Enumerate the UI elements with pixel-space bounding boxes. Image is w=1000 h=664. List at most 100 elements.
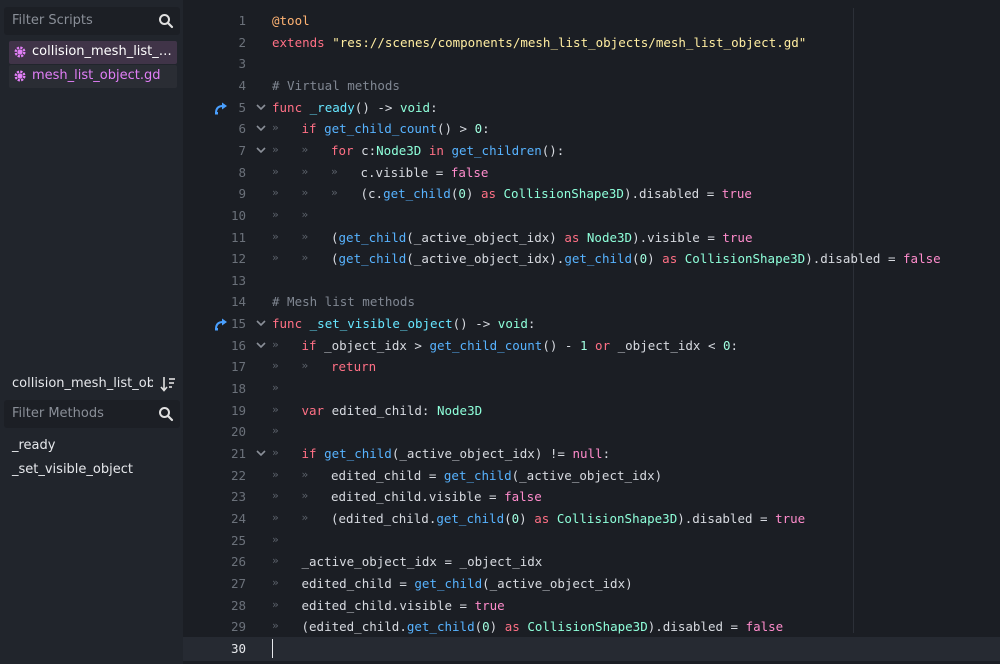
indent-marker: » (272, 597, 279, 611)
fold-chevron-icon[interactable] (255, 101, 267, 113)
filter-methods-input[interactable]: Filter Methods (4, 400, 180, 428)
script-panel: Filter Scripts collision_mesh_list_objec… (0, 0, 183, 664)
fold-chevron-icon[interactable] (255, 447, 267, 459)
code-line[interactable]: 20 » (183, 421, 1000, 443)
line-number: 5 (238, 99, 246, 115)
indent-marker: » (272, 402, 279, 416)
code-text: @tool (272, 13, 310, 28)
code-line[interactable]: 18 » (183, 378, 1000, 400)
method-item-set-visible-object[interactable]: _set_visible_object (12, 461, 133, 485)
line-number: 29 (230, 619, 246, 635)
line-number: 24 (230, 510, 246, 526)
code-line[interactable]: 24 » » (edited_child.get_child(0) as Collis… (183, 508, 1000, 530)
line-number: 7 (238, 142, 246, 158)
code-line[interactable]: 14 # Mesh list methods (183, 291, 1000, 313)
code-line[interactable]: 7 » » for c:Node3D in get_children(): (183, 140, 1000, 162)
code-text: (c.get_child(0) as CollisionShape3D).dis… (360, 186, 752, 202)
filter-scripts-input[interactable]: Filter Scripts (4, 7, 180, 35)
code-line[interactable]: 17 » » return (183, 356, 1000, 378)
line-number: 4 (238, 77, 246, 93)
indent-marker: » (272, 229, 279, 243)
code-line[interactable]: 16 » if _object_idx > get_child_count() - … (183, 335, 1000, 357)
line-number: 11 (230, 229, 246, 245)
code-line[interactable]: 8 » » » c.visible = false (183, 162, 1000, 184)
indent-marker: » (272, 142, 279, 156)
code-line[interactable]: 4 # Virtual methods (183, 75, 1000, 97)
indent-marker: » (331, 164, 338, 178)
code-line[interactable]: 13 (183, 270, 1000, 292)
gear-icon (14, 46, 26, 58)
line-number: 19 (230, 402, 246, 418)
script-item-collision-mesh-list-object[interactable]: collision_mesh_list_object.gd (9, 41, 177, 64)
line-number: 20 (230, 424, 246, 440)
indent-marker: » (301, 489, 309, 503)
code-line[interactable]: 15 func _set_visible_object() -> void: (183, 313, 1000, 335)
indent-marker: » (272, 186, 279, 200)
override-arrow-icon[interactable] (214, 317, 228, 331)
sort-icon[interactable] (160, 375, 176, 393)
line-number: 10 (230, 207, 246, 223)
code-line[interactable]: 28 » edited_child.visible = true (183, 595, 1000, 617)
line-number: 2 (238, 34, 246, 50)
search-icon[interactable] (158, 13, 174, 29)
override-arrow-icon[interactable] (214, 101, 228, 115)
code-text: edited_child.visible = false (331, 489, 542, 505)
filter-methods-placeholder: Filter Methods (12, 406, 104, 421)
code-line[interactable]: 22 » » edited_child = get_child(_active_obj… (183, 465, 1000, 487)
code-text: var edited_child: Node3D (301, 402, 483, 418)
indent-marker: » (301, 142, 309, 156)
script-item-mesh-list-object[interactable]: mesh_list_object.gd (9, 65, 177, 88)
indent-marker: » (301, 510, 309, 524)
code-text: edited_child.visible = true (301, 597, 505, 613)
indent-marker: » (272, 359, 279, 373)
code-line[interactable]: 29 » (edited_child.get_child(0) as Collisi… (183, 616, 1000, 638)
code-line[interactable]: 30 (183, 638, 1000, 660)
code-line[interactable]: 1 @tool (183, 10, 1000, 32)
line-number: 25 (230, 532, 246, 548)
code-line[interactable]: 11 » » (get_child(_active_object_idx) as No… (183, 227, 1000, 249)
indent-marker: » (272, 121, 279, 135)
code-line[interactable]: 23 » » edited_child.visible = false (183, 486, 1000, 508)
indent-marker: » (301, 164, 309, 178)
code-line[interactable]: 3 (183, 53, 1000, 75)
indent-marker: » (272, 337, 279, 351)
code-line[interactable]: 2 extends "res://scenes/components/mesh_l… (183, 32, 1000, 54)
code-text: edited_child = get_child(_active_object_… (301, 575, 633, 591)
code-text: for c:Node3D in get_children(): (331, 142, 565, 158)
code-line[interactable]: 27 » edited_child = get_child(_active_obje… (183, 573, 1000, 595)
filter-scripts-placeholder: Filter Scripts (12, 13, 93, 28)
indent-marker: » (272, 510, 279, 524)
line-number: 27 (230, 575, 246, 591)
line-number: 8 (238, 164, 246, 180)
method-item-ready[interactable]: _ready (12, 437, 133, 461)
code-line[interactable]: 12 » » (get_child(_active_object_idx).get_c… (183, 248, 1000, 270)
indent-marker: » (272, 489, 279, 503)
line-number: 21 (230, 446, 246, 461)
code-line[interactable]: 10 » » (183, 205, 1000, 227)
code-line[interactable]: 19 » var edited_child: Node3D (183, 400, 1000, 422)
line-number: 23 (230, 489, 246, 505)
line-number: 17 (230, 359, 246, 375)
indent-marker: » (272, 381, 279, 395)
fold-chevron-icon[interactable] (255, 317, 267, 329)
indent-marker: » (272, 554, 279, 568)
code-line[interactable]: 21 » if get_child(_active_object_idx) != n… (183, 443, 1000, 465)
code-text: # Virtual methods (272, 77, 400, 93)
script-item-label: mesh_list_object.gd (32, 68, 161, 83)
line-number: 28 (230, 597, 246, 613)
line-number: 15 (230, 316, 246, 332)
indent-marker: » (272, 467, 279, 481)
code-line[interactable]: 26 » _active_object_idx = _object_idx (183, 551, 1000, 573)
code-line[interactable]: 9 » » » (c.get_child(0) as CollisionShape3D)… (183, 183, 1000, 205)
indent-marker: » (331, 186, 338, 200)
indent-marker: » (272, 251, 279, 265)
code-line[interactable]: 25 » (183, 530, 1000, 552)
code-line[interactable]: 6 » if get_child_count() > 0: (183, 118, 1000, 140)
fold-chevron-icon[interactable] (255, 144, 267, 156)
code-text: if _object_idx > get_child_count() - 1 o… (301, 337, 739, 353)
code-line[interactable]: 5 func _ready() -> void: (183, 97, 1000, 119)
fold-chevron-icon[interactable] (255, 339, 267, 351)
search-icon[interactable] (158, 406, 174, 422)
indent-marker: » (301, 251, 309, 265)
fold-chevron-icon[interactable] (255, 122, 267, 134)
